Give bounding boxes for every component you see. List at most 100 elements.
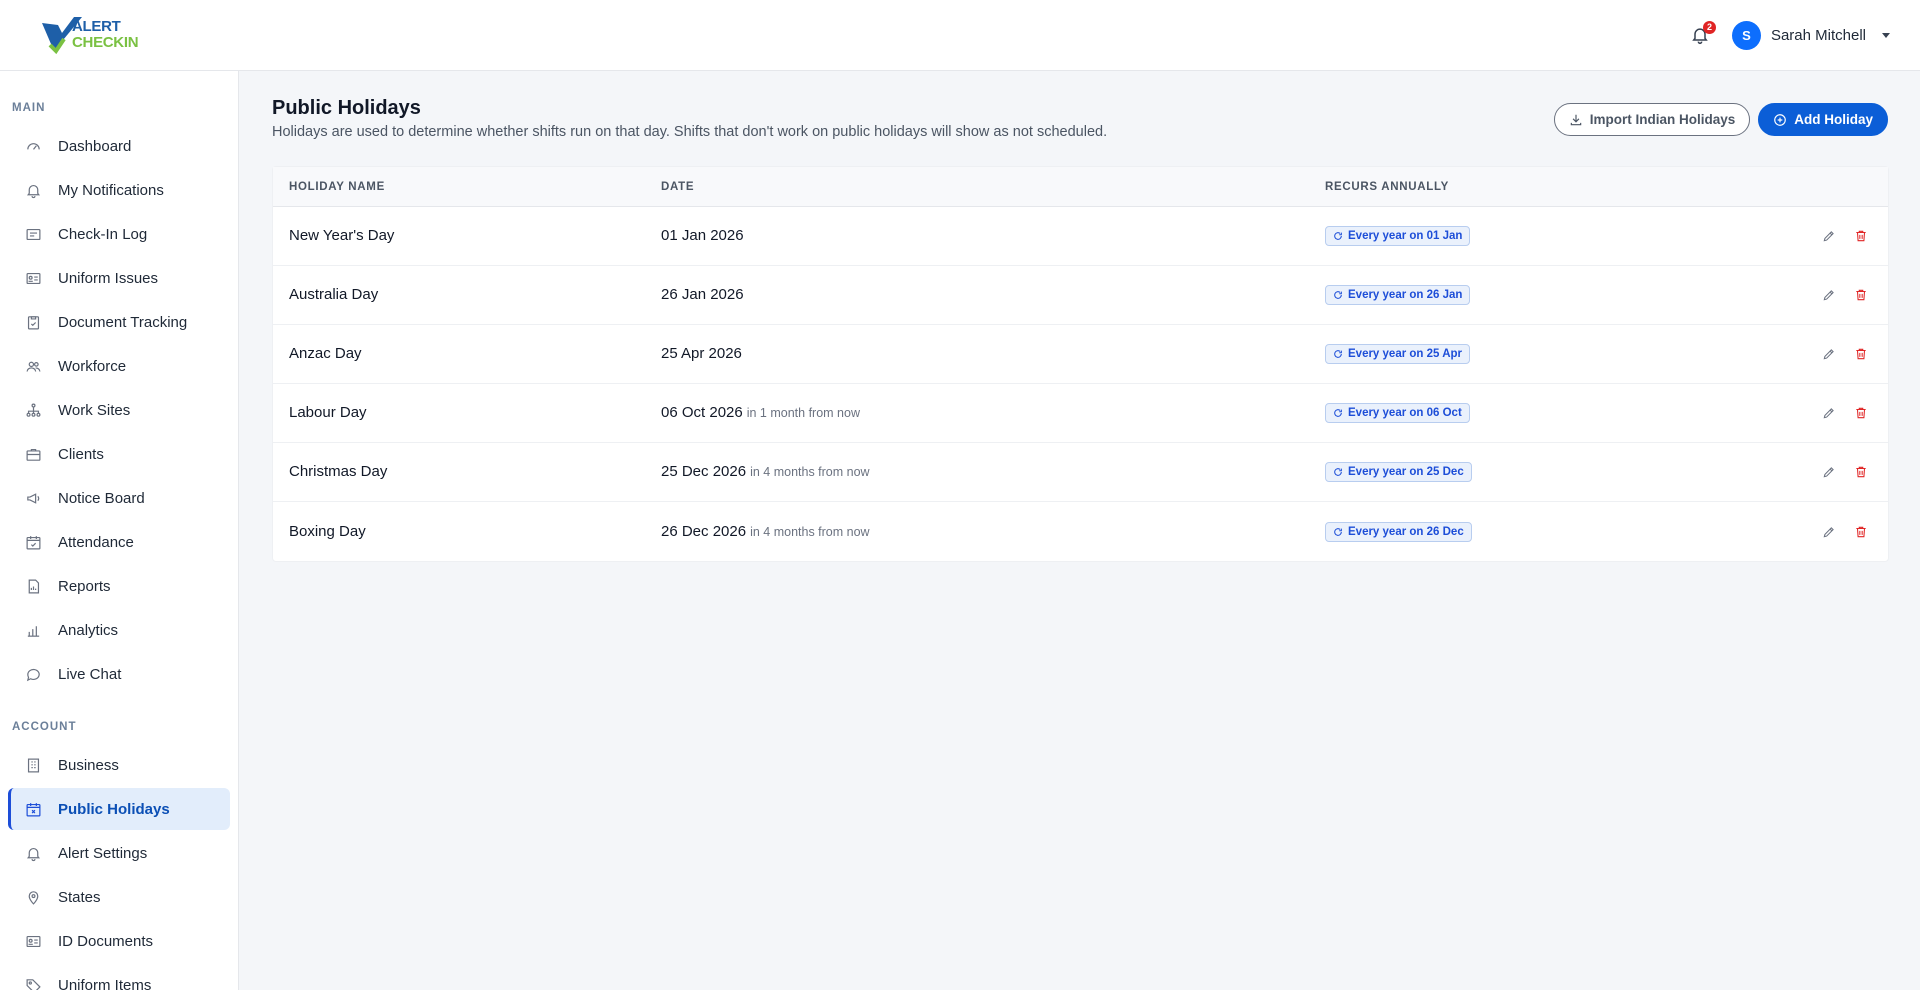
- dashboard-icon: [24, 137, 42, 155]
- user-menu[interactable]: S Sarah Mitchell: [1731, 20, 1890, 50]
- top-bar: ALERT CHECKIN 2 S Sarah Mitchell: [0, 0, 1920, 71]
- calendar-check-icon: [24, 533, 42, 551]
- holiday-name: Anzac Day: [289, 345, 362, 362]
- sidebar-item-label: Alert Settings: [58, 844, 148, 862]
- import-holidays-button[interactable]: Import Indian Holidays: [1553, 103, 1751, 136]
- table-row: Christmas Day 25 Dec 2026 in 4 months from…: [273, 443, 1888, 502]
- sidebar-item-workforce[interactable]: Workforce: [8, 345, 230, 387]
- add-holiday-label: Add Holiday: [1794, 112, 1873, 127]
- delete-button[interactable]: [1852, 227, 1870, 245]
- sidebar-item-check-in-log[interactable]: Check-In Log: [8, 213, 230, 255]
- sidebar-item-label: Live Chat: [58, 665, 122, 683]
- sidebar-item-uniform-issues[interactable]: Uniform Issues: [8, 257, 230, 299]
- recurs-label: Every year on 25 Dec: [1348, 466, 1464, 478]
- refresh-icon: [1334, 468, 1342, 476]
- holiday-name: Labour Day: [289, 404, 367, 421]
- sidebar-item-alert-settings[interactable]: Alert Settings: [8, 832, 230, 874]
- column-header-name: HOLIDAY NAME: [289, 180, 385, 193]
- notifications-badge: 2: [1702, 21, 1716, 34]
- delete-button[interactable]: [1852, 404, 1870, 422]
- sitemap-icon: [24, 401, 42, 419]
- sidebar-item-label: Reports: [58, 577, 111, 595]
- pencil-icon: [1823, 349, 1834, 360]
- sidebar-section-main: MAIN: [12, 102, 46, 114]
- delete-button[interactable]: [1852, 345, 1870, 363]
- table-row: New Year's Day 01 Jan 2026 Every year on 0…: [273, 207, 1888, 266]
- trash-icon: [1856, 466, 1866, 478]
- refresh-icon: [1334, 527, 1342, 536]
- sidebar-item-attendance[interactable]: Attendance: [8, 521, 230, 563]
- pencil-icon: [1823, 408, 1834, 419]
- bar-chart-icon: [24, 621, 42, 639]
- sidebar-item-label: Uniform Items: [58, 976, 152, 990]
- holiday-date: 06 Oct 2026: [661, 404, 743, 421]
- sidebar-item-label: Uniform Issues: [58, 269, 159, 287]
- map-pin-icon: [24, 888, 42, 906]
- briefcase-icon: [24, 445, 42, 463]
- holiday-name: Australia Day: [289, 286, 379, 303]
- delete-button[interactable]: [1852, 286, 1870, 304]
- sidebar-item-dashboard[interactable]: Dashboard: [8, 125, 230, 167]
- sidebar-item-document-tracking[interactable]: Document Tracking: [8, 301, 230, 343]
- add-holiday-button[interactable]: Add Holiday: [1758, 103, 1888, 136]
- tag-icon: [24, 976, 42, 990]
- pencil-icon: [1823, 467, 1834, 478]
- sidebar-item-reports[interactable]: Reports: [8, 565, 230, 607]
- delete-button[interactable]: [1852, 463, 1870, 481]
- recurs-badge: Every year on 26 Jan: [1325, 285, 1471, 305]
- sidebar-item-live-chat[interactable]: Live Chat: [8, 653, 230, 695]
- notifications-button[interactable]: 2: [1686, 21, 1716, 49]
- holiday-date: 25 Apr 2026: [661, 345, 742, 362]
- table-row: Anzac Day 25 Apr 2026 Every year on 25 Apr: [273, 325, 1888, 384]
- brand-logo[interactable]: ALERT CHECKIN: [40, 15, 139, 55]
- holiday-name: Boxing Day: [289, 522, 366, 540]
- report-icon: [24, 577, 42, 595]
- sidebar-item-analytics[interactable]: Analytics: [8, 609, 230, 651]
- bell-icon: [24, 844, 42, 862]
- sidebar-item-label: ID Documents: [58, 932, 154, 950]
- column-header-date: DATE: [661, 180, 695, 193]
- holiday-date: 26 Dec 2026: [661, 522, 747, 540]
- sidebar-item-business[interactable]: Business: [8, 744, 230, 786]
- sidebar-item-notice-board[interactable]: Notice Board: [8, 477, 230, 519]
- page-title: Public Holidays: [272, 97, 421, 119]
- edit-button[interactable]: [1820, 345, 1838, 363]
- sidebar-item-label: Dashboard: [58, 137, 132, 155]
- sidebar-item-label: Document Tracking: [58, 313, 188, 331]
- holiday-date: 25 Dec 2026: [661, 463, 747, 480]
- holiday-relative-date: in 4 months from now: [750, 524, 870, 539]
- sidebar-item-label: States: [58, 888, 101, 906]
- refresh-icon: [1334, 350, 1342, 358]
- sidebar-item-work-sites[interactable]: Work Sites: [8, 389, 230, 431]
- sidebar-item-label: Notice Board: [58, 489, 145, 507]
- main-content: Public Holidays Holidays are used to det…: [240, 71, 1920, 990]
- sidebar-item-states[interactable]: States: [8, 876, 230, 918]
- edit-button[interactable]: [1820, 286, 1838, 304]
- import-holidays-label: Import Indian Holidays: [1589, 112, 1736, 127]
- table-header: HOLIDAY NAME DATE RECURS ANNUALLY: [273, 167, 1888, 207]
- log-icon: [24, 225, 42, 243]
- holidays-table: HOLIDAY NAME DATE RECURS ANNUALLY New Ye…: [272, 166, 1889, 562]
- delete-button[interactable]: [1852, 523, 1870, 541]
- trash-icon: [1856, 348, 1866, 360]
- recurs-badge: Every year on 25 Dec: [1325, 462, 1472, 482]
- sidebar-item-public-holidays[interactable]: Public Holidays: [8, 788, 230, 830]
- edit-button[interactable]: [1820, 404, 1838, 422]
- sidebar-item-id-documents[interactable]: ID Documents: [8, 920, 230, 962]
- edit-button[interactable]: [1820, 227, 1838, 245]
- table-row: Australia Day 26 Jan 2026 Every year on 26…: [273, 266, 1888, 325]
- sidebar-item-uniform-items[interactable]: Uniform Items: [8, 964, 230, 990]
- logo-text: ALERT CHECKIN: [72, 19, 139, 51]
- sidebar-section-account: ACCOUNT: [12, 721, 77, 733]
- sidebar-item-clients[interactable]: Clients: [8, 433, 230, 475]
- holiday-relative-date: in 1 month from now: [746, 406, 860, 420]
- pencil-icon: [1823, 231, 1834, 242]
- sidebar-item-my-notifications[interactable]: My Notifications: [8, 169, 230, 211]
- edit-button[interactable]: [1820, 523, 1838, 541]
- holiday-name: Christmas Day: [289, 463, 388, 480]
- holiday-relative-date: in 4 months from now: [750, 465, 870, 479]
- refresh-icon: [1334, 409, 1342, 417]
- holiday-name: New Year's Day: [289, 227, 395, 244]
- edit-button[interactable]: [1820, 463, 1838, 481]
- trash-icon: [1856, 526, 1866, 537]
